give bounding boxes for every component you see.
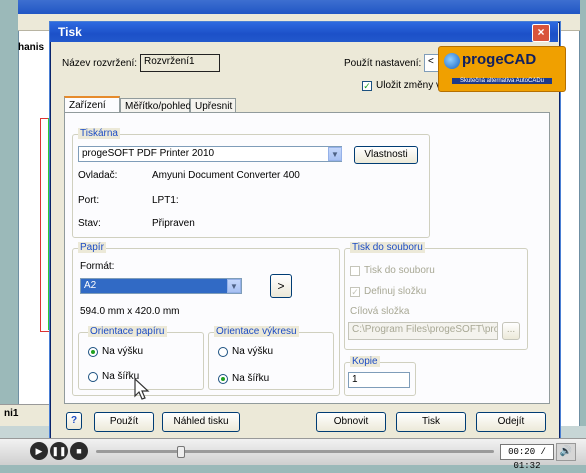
drawing-landscape-label: Na šířku bbox=[232, 373, 270, 384]
drawing-line bbox=[48, 118, 49, 330]
properties-button[interactable]: Vlastnosti bbox=[354, 146, 418, 164]
paper-group-title: Papír bbox=[78, 242, 106, 253]
drawing-orientation-title: Orientace výkresu bbox=[214, 326, 299, 337]
tab-device[interactable]: Zařízení bbox=[64, 96, 120, 113]
print-to-file-label: Tisk do souboru bbox=[364, 265, 435, 276]
status-label: Stav: bbox=[78, 218, 101, 229]
driver-value: Amyuni Document Converter 400 bbox=[152, 170, 300, 181]
logo-subtitle: Skutečná alternativa AutoCADu bbox=[452, 78, 552, 84]
cad-titlebar bbox=[18, 0, 580, 14]
save-changes-label: Uložit změny v r bbox=[376, 80, 448, 91]
port-label: Port: bbox=[78, 195, 100, 206]
driver-label: Ovladač: bbox=[78, 170, 118, 181]
volume-icon[interactable]: 🔊 bbox=[556, 443, 576, 461]
format-label: Formát: bbox=[80, 261, 115, 272]
tab-scale-view[interactable]: Měřítko/pohled bbox=[120, 98, 191, 113]
pause-icon[interactable]: ❚❚ bbox=[50, 442, 68, 460]
tab-advanced[interactable]: Upřesnit bbox=[190, 98, 236, 113]
help-button[interactable]: ? bbox=[66, 412, 82, 430]
status-value: Připraven bbox=[152, 218, 195, 229]
copies-title: Kopie bbox=[350, 356, 380, 367]
paper-landscape-radio[interactable] bbox=[88, 372, 98, 382]
chevron-down-icon[interactable]: ▼ bbox=[328, 147, 342, 161]
refresh-button[interactable]: Obnovit bbox=[316, 412, 386, 432]
copies-input[interactable]: 1 bbox=[348, 372, 410, 388]
dialog-titlebar[interactable] bbox=[50, 22, 558, 42]
layout-name-label: Název rozvržení: bbox=[62, 58, 138, 69]
mouse-cursor-icon bbox=[134, 378, 150, 400]
save-changes-checkbox[interactable]: ✓ bbox=[362, 81, 372, 91]
paper-preview-icon[interactable]: > bbox=[270, 274, 292, 298]
target-folder-input[interactable]: C:\Program Files\progeSOFT\pro bbox=[348, 322, 498, 340]
paper-portrait-label: Na výšku bbox=[102, 346, 144, 357]
play-icon[interactable]: ▶ bbox=[30, 442, 48, 460]
close-button[interactable]: × bbox=[532, 24, 550, 42]
dialog-title: Tisk bbox=[58, 25, 82, 39]
apply-button[interactable]: Použít bbox=[94, 412, 154, 432]
paper-size-text: 594.0 mm x 420.0 mm bbox=[80, 306, 180, 317]
logo-text: progeCAD bbox=[462, 51, 537, 68]
port-value: LPT1: bbox=[152, 195, 179, 206]
paper-orientation-title: Orientace papíru bbox=[88, 326, 167, 337]
stop-icon[interactable]: ■ bbox=[70, 442, 88, 460]
layout-name-field: Rozvržení1 bbox=[140, 54, 220, 72]
target-folder-label: Cílová složka bbox=[350, 306, 410, 317]
define-folder-label: Definuj složku bbox=[364, 286, 427, 297]
seek-knob[interactable] bbox=[176, 446, 185, 458]
drawing-landscape-radio[interactable] bbox=[218, 374, 228, 384]
use-settings-label: Použít nastavení: bbox=[344, 58, 422, 69]
paper-portrait-radio[interactable] bbox=[88, 347, 98, 357]
format-combo[interactable]: A2 bbox=[80, 278, 242, 294]
drawing-portrait-radio[interactable] bbox=[218, 347, 228, 357]
time-display: 00:20 / 01:32 bbox=[500, 444, 554, 471]
chevron-down-icon[interactable]: ▼ bbox=[227, 279, 241, 293]
define-folder-checkbox[interactable]: ✓ bbox=[350, 287, 360, 297]
preview-button[interactable]: Náhled tisku bbox=[162, 412, 240, 432]
printer-group-title: Tiskárna bbox=[78, 128, 120, 139]
print-button[interactable]: Tisk bbox=[396, 412, 466, 432]
seek-bar[interactable] bbox=[96, 450, 494, 453]
layout-tab[interactable]: ni1 bbox=[4, 408, 18, 419]
print-to-file-checkbox[interactable] bbox=[350, 266, 360, 276]
print-to-file-title: Tisk do souboru bbox=[350, 242, 425, 253]
globe-icon bbox=[444, 53, 460, 69]
cancel-button[interactable]: Odejít bbox=[476, 412, 546, 432]
cad-side-label: hanis bbox=[18, 42, 45, 53]
printer-combo[interactable]: progeSOFT PDF Printer 2010 bbox=[78, 146, 342, 162]
drawing-portrait-label: Na výšku bbox=[232, 346, 274, 357]
browse-button[interactable]: ... bbox=[502, 322, 520, 340]
